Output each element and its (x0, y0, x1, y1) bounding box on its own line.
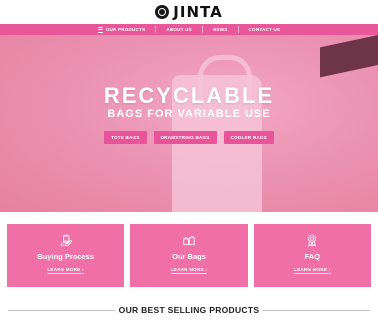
nav-item-label: OUR PRODUCTS (105, 27, 146, 32)
nav-divider (237, 26, 239, 33)
hero-sleeve-image (320, 35, 378, 78)
learn-more-link[interactable]: LEARN MORE › (170, 267, 208, 274)
logo-text: JINTA (173, 3, 223, 21)
feature-cards: Buying Process LEARN MORE › Our Bags LEA… (7, 224, 371, 287)
tote-bags-button[interactable]: TOTE BAGS (104, 131, 147, 144)
learn-more-link[interactable]: LEARN MORE › (47, 267, 84, 274)
card-title: Our Bags (172, 252, 206, 261)
learn-more-link[interactable]: LEARN MORE › (294, 267, 331, 274)
card-title: Buying Process (37, 252, 94, 261)
hero-banner: RECYCLABLE BAGS FOR VARIABLE USE TOTE BA… (0, 35, 378, 212)
hand-bag-icon (60, 234, 72, 246)
nav-divider (155, 26, 157, 33)
hero-title: RECYCLABLE (103, 83, 275, 108)
nav-item-label: CONTACT US (248, 27, 281, 32)
nav-divider (201, 26, 203, 33)
bags-icon (183, 236, 195, 246)
badge-icon (308, 234, 317, 247)
main-navigation: OUR PRODUCTS ABOUT US NEWS CONTACT US (0, 24, 378, 35)
hero-button-group: TOTE BAGS DRAWSTRING BAGS COOLER BAGS (0, 131, 378, 144)
nav-item-our-products[interactable]: OUR PRODUCTS (92, 26, 152, 33)
card-title: FAQ (304, 252, 321, 261)
cooler-bags-button[interactable]: COOLER BAGS (223, 131, 274, 144)
logo[interactable]: JINTA (155, 3, 222, 21)
nav-item-news[interactable]: NEWS (207, 27, 234, 32)
menu-icon (97, 26, 103, 33)
nav-item-label: NEWS (212, 27, 228, 32)
drawstring-bags-button[interactable]: DRAWSTRING BAGS (153, 131, 217, 144)
best-selling-section-header: OUR BEST SELLING PRODUCTS (0, 303, 378, 317)
header: JINTA (0, 0, 378, 24)
nav-item-about-us[interactable]: ABOUT US (160, 27, 198, 32)
card-buying-process[interactable]: Buying Process LEARN MORE › (7, 224, 125, 287)
card-our-bags[interactable]: Our Bags LEARN MORE › (130, 224, 248, 287)
logo-emblem-icon (155, 5, 170, 19)
nav-item-label: ABOUT US (166, 27, 192, 32)
nav-item-contact-us[interactable]: CONTACT US (243, 27, 287, 32)
section-title: OUR BEST SELLING PRODUCTS (114, 305, 264, 315)
card-faq[interactable]: FAQ LEARN MORE › (253, 224, 371, 287)
hero-subtitle: BAGS FOR VARIABLE USE (107, 108, 271, 120)
